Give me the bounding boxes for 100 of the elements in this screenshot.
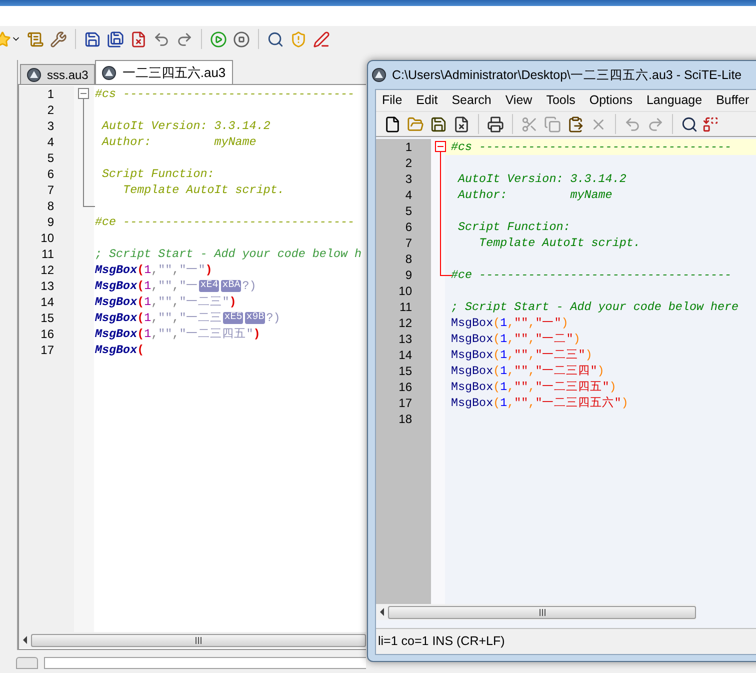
code-token: ""	[514, 347, 528, 363]
file-tab[interactable]: sss.au3	[20, 64, 96, 84]
grip-icon	[195, 636, 202, 644]
copy-icon[interactable]	[544, 116, 561, 132]
line-number: 6	[405, 219, 412, 235]
code-token: MsgBox	[95, 342, 138, 358]
cut-icon[interactable]	[521, 116, 538, 132]
line-number: 2	[405, 155, 412, 171]
paste-icon[interactable]	[567, 116, 584, 132]
line-number: 16	[398, 379, 412, 395]
line-number: 13	[398, 331, 412, 347]
fold-end-line	[83, 198, 95, 207]
line-number: 14	[40, 294, 54, 310]
byte-tag: xE5	[223, 312, 244, 324]
menu-item[interactable]: Options	[589, 91, 632, 110]
code-token: ,	[172, 278, 180, 294]
undo-icon[interactable]	[624, 116, 641, 132]
code-token: ,	[172, 262, 180, 278]
code-token: ,	[507, 379, 514, 395]
code-token: ""	[514, 379, 528, 395]
code-token: ,	[172, 326, 180, 342]
line-number: 7	[47, 182, 54, 198]
output-field[interactable]	[44, 657, 366, 669]
grip-icon	[538, 608, 546, 616]
code-token: MsgBox	[95, 310, 138, 326]
code-token: MsgBox	[95, 294, 138, 310]
redo-icon[interactable]	[647, 116, 664, 132]
line-number: 12	[398, 315, 412, 331]
close-file-icon[interactable]	[130, 30, 147, 48]
line-number: 5	[405, 203, 412, 219]
menu-item[interactable]: View	[505, 91, 532, 110]
code-token: )	[597, 363, 604, 379]
collapse-icon[interactable]	[78, 86, 89, 102]
menu-item[interactable]: Edit	[416, 91, 438, 110]
undo-icon[interactable]	[153, 30, 170, 48]
code-token: ""	[158, 262, 172, 278]
code-token: ""	[514, 395, 528, 411]
line-number: 6	[47, 166, 54, 182]
find-replace-icon[interactable]	[702, 116, 719, 132]
search-icon[interactable]	[267, 30, 284, 48]
redo-icon[interactable]	[176, 30, 193, 48]
horizontal-scrollbar[interactable]	[19, 632, 366, 648]
code-token: 1	[144, 326, 152, 342]
menu-item[interactable]: Language	[646, 91, 702, 110]
code-token: "一"	[535, 315, 562, 331]
code-token: ,	[151, 326, 158, 342]
fold-end-line	[440, 267, 452, 276]
save-icon[interactable]	[84, 30, 101, 48]
menu-item[interactable]: Tools	[546, 91, 576, 110]
close-file-icon[interactable]	[453, 116, 470, 132]
scroll-left-icon[interactable]	[380, 608, 384, 616]
horizontal-scrollbar[interactable]	[376, 604, 696, 620]
stop-icon[interactable]	[233, 30, 250, 48]
warning-check-icon[interactable]	[290, 30, 307, 48]
panel-button[interactable]	[16, 657, 38, 669]
pen-icon[interactable]	[313, 30, 330, 48]
code-token: 1	[500, 331, 508, 347]
play-icon[interactable]	[210, 30, 227, 48]
code-token: (	[493, 395, 500, 411]
line-number: 17	[398, 395, 412, 411]
line-number: 14	[398, 347, 412, 363]
code-token: MsgBox	[451, 379, 494, 395]
file-tab[interactable]: 一二三四五六.au3	[95, 60, 233, 84]
scroll-left-icon[interactable]	[23, 636, 27, 644]
code-token: ; Script Start - Add your code below here	[451, 299, 739, 315]
code-token: "一二三四五六"	[535, 395, 622, 411]
wrench-icon[interactable]	[50, 30, 67, 48]
code-token: "一"	[179, 262, 206, 278]
code-token: (	[137, 262, 144, 278]
scrollbar-thumb[interactable]	[388, 606, 696, 618]
code-token: ""	[514, 315, 528, 331]
line-number: 8	[47, 198, 54, 214]
code-token: ; Script Start - Add your code below h	[95, 246, 362, 262]
scrollbar-thumb[interactable]	[31, 634, 366, 646]
line-number: 1	[47, 86, 54, 102]
line-number: 9	[47, 214, 54, 230]
save-all-icon[interactable]	[107, 30, 124, 48]
scroll-icon[interactable]	[27, 30, 44, 48]
line-number: 15	[40, 310, 54, 326]
collapse-icon[interactable]	[435, 139, 446, 155]
menu-item[interactable]: File	[382, 91, 402, 110]
code-token: MsgBox	[451, 395, 494, 411]
code-token: ,	[151, 262, 158, 278]
code-token: "一二三四五"	[179, 326, 254, 342]
new-file-icon[interactable]	[384, 116, 401, 132]
line-number: 11	[42, 246, 54, 262]
code-token: ?)	[242, 278, 256, 294]
line-number: 10	[398, 283, 412, 299]
code-token: Author: myName	[456, 187, 612, 203]
open-folder-icon[interactable]	[407, 116, 424, 132]
print-icon[interactable]	[487, 116, 504, 132]
line-number: 1	[405, 139, 412, 155]
menu-item[interactable]: Buffer	[716, 91, 750, 110]
search-icon[interactable]	[681, 116, 698, 132]
code-token: ,	[172, 294, 180, 310]
line-number: 8	[405, 251, 412, 267]
code-token: )	[253, 326, 260, 342]
code-token: AutoIt Version: 3.3.14.2	[100, 118, 270, 134]
menu-item[interactable]: Search	[452, 91, 492, 110]
save-icon[interactable]	[430, 116, 447, 132]
